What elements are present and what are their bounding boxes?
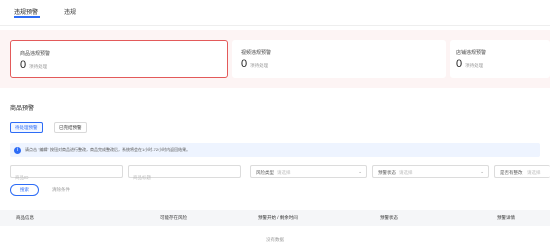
- stat-title: 商品违规预警: [20, 51, 51, 57]
- stat-card-shop[interactable]: 店铺违规预警 0 项待处理: [450, 40, 550, 78]
- column-warning-time: 预警开始 / 剩余时间: [258, 215, 298, 220]
- top-tabs: 违规预警 违规: [0, 0, 550, 26]
- status-tab-pending[interactable]: 待处理预警: [10, 122, 43, 133]
- column-product-info: 商品信息: [16, 215, 34, 220]
- active-tab-indicator: [14, 16, 40, 18]
- product-title-field[interactable]: [128, 165, 241, 183]
- stat-card-video[interactable]: 视频违规预警 0 项待处理: [232, 40, 446, 78]
- product-title-input[interactable]: [129, 172, 240, 183]
- stat-title: 视频违规预警: [241, 50, 272, 56]
- risk-type-placeholder: 请选择: [277, 169, 291, 175]
- info-icon: i: [14, 146, 21, 154]
- column-possible-risk: 可能存在风险: [160, 215, 187, 220]
- warning-status-select[interactable]: 预警状态 请选择 ⌄: [372, 165, 489, 178]
- notice-text: 请点击 "编辑" 按钮对商品进行整改，商品完成整改后，系统将会在1小时-72小时…: [25, 147, 191, 152]
- stat-count: 0: [20, 59, 27, 71]
- tab-violation-warning[interactable]: 违规预警: [14, 7, 38, 16]
- stat-count: 0: [456, 58, 463, 70]
- rectified-select[interactable]: 是否有整改 请选择: [494, 165, 550, 178]
- product-id-input[interactable]: [11, 172, 122, 183]
- search-button[interactable]: 搜索: [10, 184, 39, 196]
- clear-conditions-link[interactable]: 清除条件: [52, 187, 70, 193]
- column-warning-status: 预警状态: [380, 215, 398, 220]
- chevron-down-icon: ⌄: [358, 169, 362, 174]
- status-tab-finished[interactable]: 已完结预警: [54, 122, 87, 133]
- rectified-label: 是否有整改: [500, 169, 523, 175]
- warning-status-placeholder: 请选择: [399, 169, 413, 175]
- warning-status-label: 预警状态: [378, 169, 396, 175]
- stat-subtitle: 项待处理: [29, 64, 48, 69]
- info-notice: i 请点击 "编辑" 按钮对商品进行整改，商品完成整改后，系统将会在1小时-72…: [10, 143, 540, 157]
- product-id-field[interactable]: [10, 165, 123, 183]
- rectified-placeholder: 请选择: [527, 169, 541, 175]
- stat-title: 店铺违规预警: [456, 50, 487, 56]
- column-warning-details: 预警详情: [497, 215, 515, 220]
- risk-type-select[interactable]: 风险类型 请选择 ⌄: [250, 165, 367, 178]
- stat-count: 0: [241, 58, 248, 70]
- risk-type-label: 风险类型: [256, 169, 274, 175]
- table-header: 商品信息 可能存在风险 预警开始 / 剩余时间 预警状态 预警详情: [0, 210, 550, 226]
- stat-card-product[interactable]: 商品违规预警 0 项待处理: [10, 40, 228, 78]
- section-title: 商品预警: [10, 106, 35, 112]
- stat-subtitle: 项待处理: [250, 63, 269, 68]
- warning-stats-band: 商品违规预警 0 项待处理 视频违规预警 0 项待处理 店铺违规预警 0 项待处…: [0, 30, 550, 88]
- empty-state-text: 没有数据: [266, 237, 284, 242]
- stat-subtitle: 项待处理: [465, 63, 484, 68]
- tab-violation[interactable]: 违规: [64, 7, 76, 16]
- chevron-down-icon: ⌄: [480, 169, 484, 174]
